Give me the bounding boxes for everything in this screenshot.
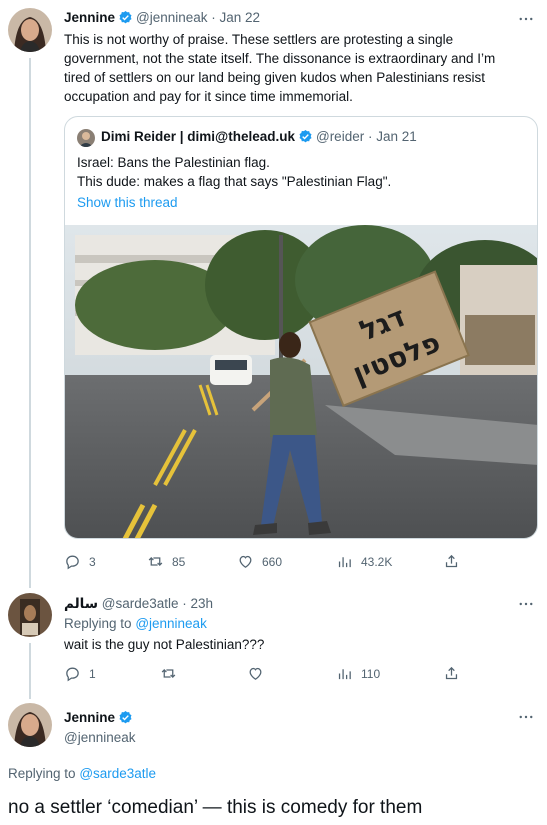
like-button[interactable] [247,665,264,682]
verified-icon [118,10,133,25]
display-name[interactable]: سالم [64,596,98,611]
like-icon [239,555,252,568]
tweet-text: no a settler ‘comedian’ — this is comedy… [8,797,423,818]
views-icon [338,669,351,680]
reply-button[interactable]: 3 [64,553,96,570]
views-icon [338,557,351,568]
avatar[interactable] [8,8,52,52]
quote-text-line-2: This dude: makes a flag that says "Pales… [77,174,392,189]
retweet-count: 85 [172,554,186,569]
timestamp[interactable]: Jan 22 [220,10,261,25]
handle[interactable]: @jennineak [64,730,136,745]
like-button[interactable]: 660 [237,553,282,570]
retweet-button[interactable] [160,665,177,682]
reply-icon [66,555,79,570]
views-button[interactable]: 110 [336,665,380,682]
handle[interactable]: @jennineak [136,10,208,25]
tweet-header: Jennine [64,710,136,725]
share-icon [445,666,458,680]
verified-icon [118,710,133,725]
avatar[interactable] [8,593,52,637]
replying-to: Replying to @jennineak [64,616,207,631]
quote-timestamp: Jan 21 [376,129,417,144]
share-icon [445,554,458,568]
reply-count: 1 [89,666,96,681]
timestamp[interactable]: 23h [191,596,214,611]
quote-avatar[interactable] [77,129,95,147]
share-button[interactable] [443,553,460,570]
quote-display-name: Dimi Reider | dimi@thelead.uk [101,129,295,144]
quote-text-line-1: Israel: Bans the Palestinian flag. [77,155,270,170]
view-count: 43.2K [361,554,393,569]
reply-icon [66,667,79,682]
tweet-header: Jennine @jennineak · Jan 22 [64,10,261,25]
quote-handle: @reider [315,129,365,144]
show-thread-link[interactable]: Show this thread [77,193,178,212]
quote-photo[interactable]: דגל פלסטין [65,225,538,539]
reply-count: 3 [89,554,96,569]
tweet-text: wait is the guy not Palestinian??? [64,637,265,652]
replying-to: Replying to @sarde3atle [8,766,157,781]
tweet-text: This is not worthy of praise. These sett… [64,32,496,104]
view-count: 110 [361,666,381,681]
thread-line [29,643,31,699]
quote-header: Dimi Reider | dimi@thelead.uk @reider · J… [101,129,417,144]
quoted-tweet[interactable]: Dimi Reider | dimi@thelead.uk @reider · J… [64,116,538,539]
like-icon [249,667,262,680]
tweet-header: سالم @sarde3atle · 23h [64,596,214,611]
verified-icon [298,129,313,144]
retweet-icon [148,557,163,566]
views-button[interactable]: 43.2K [336,553,392,570]
display-name[interactable]: Jennine [64,10,115,25]
thread-line [29,58,31,588]
replying-to-link[interactable]: @jennineak [135,616,207,631]
more-icon[interactable] [517,595,535,613]
more-icon[interactable] [517,708,535,726]
retweet-icon [161,669,176,678]
display-name[interactable]: Jennine [64,710,115,725]
replying-to-link[interactable]: @sarde3atle [79,766,156,781]
more-icon[interactable] [517,10,535,28]
like-count: 660 [262,554,283,569]
retweet-button[interactable]: 85 [147,553,185,570]
handle[interactable]: @sarde3atle [102,596,179,611]
share-button[interactable] [443,665,460,682]
avatar[interactable] [8,703,52,747]
reply-button[interactable]: 1 [64,665,96,682]
